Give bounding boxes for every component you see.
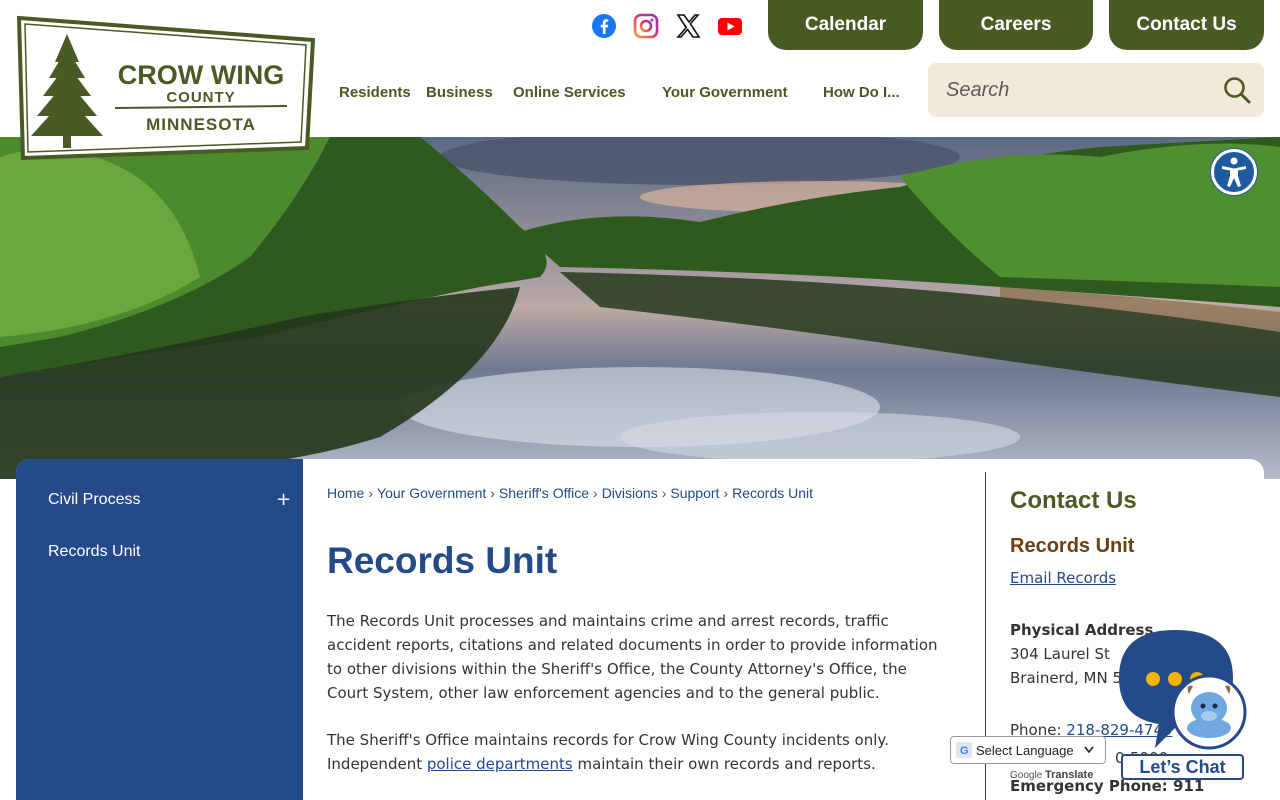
nav-residents[interactable]: Residents [339, 84, 411, 101]
contact-title: Contact Us [1010, 487, 1137, 514]
nav-your-government[interactable]: Your Government [662, 84, 788, 101]
chevron-down-icon [1083, 746, 1094, 754]
google-label: Google [1010, 770, 1043, 781]
svg-text:G: G [960, 745, 969, 757]
x-twitter-icon[interactable] [674, 12, 702, 40]
search-input[interactable] [946, 75, 1206, 105]
contact-us-button[interactable]: Contact Us [1109, 0, 1264, 50]
page-title: Records Unit [327, 540, 558, 581]
email-records-link[interactable]: Email Records [1010, 569, 1116, 587]
search-icon[interactable] [1222, 75, 1252, 105]
sidebar-item-civil-process[interactable]: Civil Process [48, 491, 140, 509]
sidebar-nav: Civil Process + Records Unit [16, 459, 303, 800]
contact-unit-name: Records Unit [1010, 535, 1135, 557]
select-language-label: Select Language [976, 742, 1074, 758]
social-links [590, 12, 744, 40]
expand-icon[interactable]: + [276, 489, 291, 510]
instagram-icon[interactable] [632, 12, 660, 40]
nav-how-do-i[interactable]: How Do I... [823, 84, 900, 101]
youtube-icon[interactable] [716, 12, 744, 40]
nav-business[interactable]: Business [426, 84, 493, 101]
logo-text-crow-wing: CROW WING [118, 60, 284, 90]
careers-button[interactable]: Careers [939, 0, 1093, 50]
google-translate-credit: Google Translate [1010, 769, 1093, 781]
records-paragraph: The Sheriff's Office maintains records f… [327, 728, 952, 776]
breadcrumb-records-unit[interactable]: Records Unit [732, 485, 813, 501]
records-text-end: maintain their own records and reports. [572, 755, 876, 773]
logo-text-minnesota: MINNESOTA [146, 115, 256, 134]
breadcrumb-sheriffs-office[interactable]: Sheriff's Office [499, 485, 589, 501]
breadcrumb: Home › Your Government › Sheriff's Office › Di… [327, 485, 814, 501]
lets-chat-button[interactable]: Let’s Chat [1121, 754, 1244, 780]
breadcrumb-divisions[interactable]: Divisions [602, 485, 658, 501]
google-translate-icon: G [956, 742, 972, 758]
breadcrumb-home[interactable]: Home [327, 485, 364, 501]
language-select[interactable]: G Select Language [950, 736, 1106, 764]
address-street: 304 Laurel St [1010, 645, 1110, 663]
sidebar-item-records-unit[interactable]: Records Unit [48, 543, 140, 561]
police-departments-link[interactable]: police departments [427, 755, 573, 773]
translate-label[interactable]: Translate [1045, 769, 1093, 781]
county-logo[interactable]: CROW WING COUNTY MINNESOTA [15, 12, 316, 161]
breadcrumb-your-government[interactable]: Your Government [377, 485, 486, 501]
address-city: Brainerd, MN 5 [1010, 669, 1122, 687]
breadcrumb-support[interactable]: Support [670, 485, 719, 501]
hero-image [0, 137, 1280, 479]
facebook-icon[interactable] [590, 12, 618, 40]
search-box [928, 63, 1264, 117]
intro-paragraph: The Records Unit processes and maintains… [327, 612, 938, 702]
accessibility-icon[interactable] [1211, 149, 1257, 195]
calendar-button[interactable]: Calendar [768, 0, 923, 50]
logo-text-county: COUNTY [166, 89, 235, 106]
nav-online-services[interactable]: Online Services [513, 84, 626, 101]
